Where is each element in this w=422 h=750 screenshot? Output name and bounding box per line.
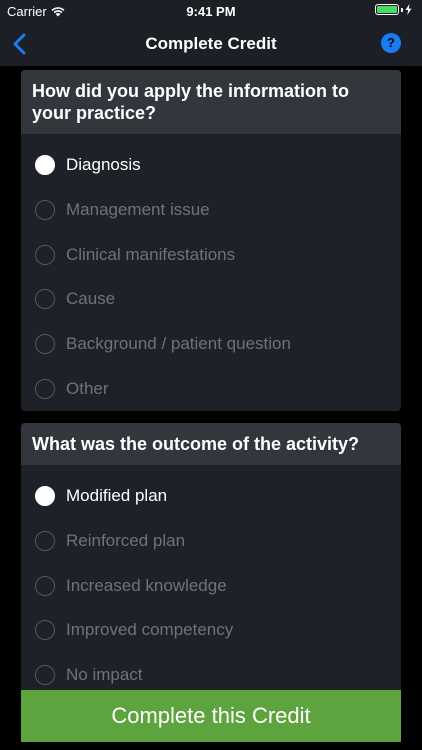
status-bar: Carrier 9:41 PM [0,0,422,22]
option-label: Other [66,379,109,398]
radio-empty-icon [35,245,55,265]
option-reinforced-plan[interactable]: Reinforced plan [21,527,401,555]
option-background-patient-question[interactable]: Background / patient question [21,330,401,358]
option-cause[interactable]: Cause [21,285,401,313]
radio-selected-icon [35,486,55,506]
radio-empty-icon [35,665,55,685]
radio-empty-icon [35,334,55,354]
radio-empty-icon [35,620,55,640]
option-clinical-manifestations[interactable]: Clinical manifestations [21,241,401,269]
option-no-impact[interactable]: No impact [21,661,401,689]
question-title: How did you apply the information to you… [21,70,401,134]
radio-selected-icon [35,155,55,175]
radio-empty-icon [35,200,55,220]
option-increased-knowledge[interactable]: Increased knowledge [21,572,401,600]
option-label: Modified plan [66,486,168,505]
status-time: 9:41 PM [186,4,236,19]
question-card-outcome: What was the outcome of the activity? Mo… [21,423,401,691]
option-label: Reinforced plan [66,531,186,550]
option-modified-plan[interactable]: Modified plan [21,482,401,510]
battery-indicator [375,4,412,15]
radio-empty-icon [35,289,55,309]
charging-bolt-icon [405,4,412,15]
option-diagnosis[interactable]: Diagnosis [21,151,401,179]
radio-empty-icon [35,531,55,551]
question-title: What was the outcome of the activity? [21,423,401,465]
option-other[interactable]: Other [21,375,401,403]
option-label: No impact [66,665,143,684]
radio-empty-icon [35,576,55,596]
option-label: Clinical manifestations [66,245,236,264]
option-label: Background / patient question [66,334,291,353]
complete-credit-button[interactable]: Complete this Credit [21,690,401,742]
page-title: Complete Credit [145,34,277,53]
question-card-application: How did you apply the information to you… [21,70,401,411]
radio-empty-icon [35,379,55,399]
option-label: Cause [66,289,116,308]
option-improved-competency[interactable]: Improved competency [21,616,401,644]
option-label: Management issue [66,200,210,219]
battery-icon [375,4,399,15]
help-icon: ? [387,35,395,50]
option-label: Increased knowledge [66,576,227,595]
option-management-issue[interactable]: Management issue [21,196,401,224]
option-label: Improved competency [66,620,234,639]
help-button[interactable]: ? [381,33,401,53]
option-label: Diagnosis [66,155,141,174]
navigation-bar: Complete Credit ? [0,22,422,66]
